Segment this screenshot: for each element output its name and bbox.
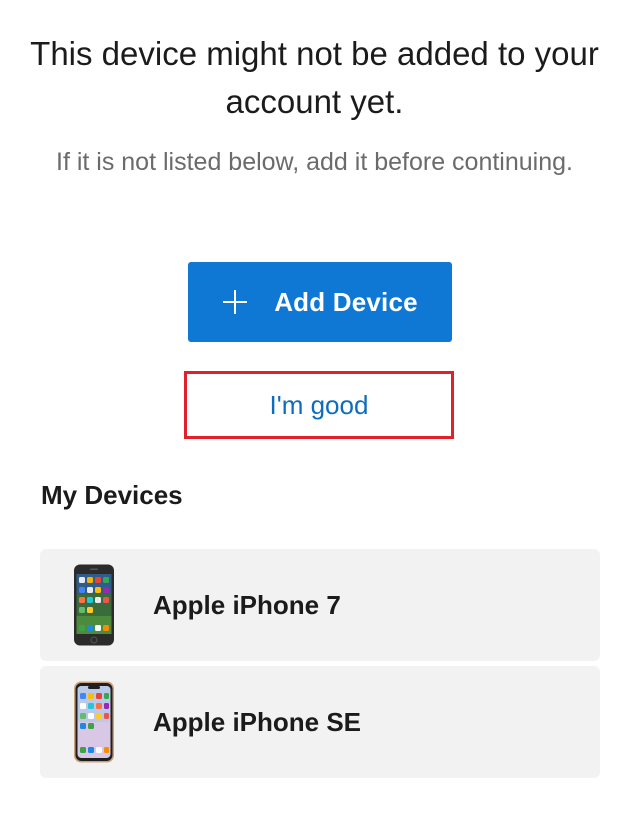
device-row-iphone-se[interactable]: Apple iPhone SE [40, 666, 600, 778]
iphone-se-icon [74, 681, 114, 763]
im-good-button[interactable]: I'm good [184, 371, 454, 439]
plus-icon [223, 290, 248, 314]
device-name: Apple iPhone 7 [153, 589, 341, 620]
iphone-7-icon [74, 564, 114, 646]
page-subtitle: If it is not listed below, add it before… [56, 148, 573, 176]
im-good-label: I'm good [269, 389, 369, 420]
my-devices-heading: My Devices [41, 480, 183, 510]
add-device-button[interactable]: Add Device [188, 262, 452, 342]
device-name: Apple iPhone SE [153, 706, 362, 737]
page-title: This device might not be added to your a… [30, 35, 599, 120]
add-device-label: Add Device [274, 286, 418, 317]
device-row-iphone-7[interactable]: Apple iPhone 7 [40, 549, 600, 661]
